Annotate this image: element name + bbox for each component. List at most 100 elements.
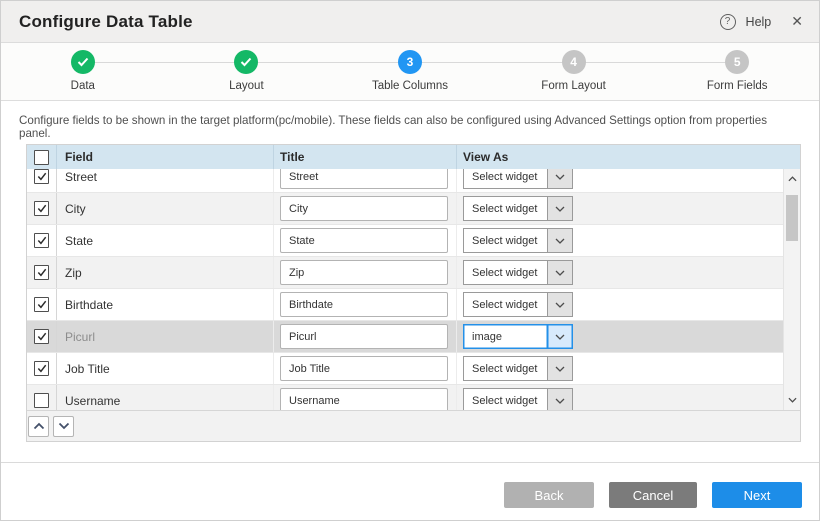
title-input[interactable]	[280, 292, 448, 317]
table-row: State Select widget	[27, 225, 783, 257]
row-checkbox-cell	[27, 289, 57, 320]
step-label: Form Fields	[707, 80, 768, 92]
table-row: Zip Select widget	[27, 257, 783, 289]
title-cell	[274, 169, 457, 192]
field-cell: State	[57, 225, 274, 256]
header-view-as: View As	[457, 145, 800, 169]
title-input[interactable]	[280, 260, 448, 285]
title-input[interactable]	[280, 324, 448, 349]
dialog-actions: Back Cancel Next	[504, 482, 802, 508]
step-form-fields[interactable]: 5 Form Fields	[655, 43, 819, 100]
title-input[interactable]	[280, 169, 448, 189]
view-as-dropdown[interactable]: Select widget	[463, 260, 573, 285]
view-as-dropdown[interactable]: Select widget	[463, 388, 573, 410]
view-as-value: Select widget	[463, 356, 547, 381]
title-cell	[274, 321, 457, 352]
vertical-scrollbar[interactable]	[783, 169, 800, 410]
chevron-down-icon[interactable]	[547, 169, 573, 189]
row-checkbox[interactable]	[34, 265, 49, 280]
chevron-down-icon[interactable]	[547, 260, 573, 285]
title-cell	[274, 225, 457, 256]
dialog-title: Configure Data Table	[19, 12, 193, 32]
step-circle: 4	[562, 50, 586, 74]
titlebar-actions: ? Help ✕	[720, 13, 803, 30]
step-label: Form Layout	[541, 80, 606, 92]
table-row: City Select widget	[27, 193, 783, 225]
scrollbar-thumb[interactable]	[786, 195, 798, 241]
field-label: Zip	[65, 266, 82, 280]
chevron-down-icon[interactable]	[547, 196, 573, 221]
view-as-dropdown[interactable]: Select widget	[463, 196, 573, 221]
title-cell	[274, 385, 457, 410]
view-as-value: Select widget	[463, 388, 547, 410]
view-as-cell: image	[457, 321, 783, 352]
row-checkbox-cell	[27, 321, 57, 352]
step-data[interactable]: Data	[1, 43, 165, 100]
view-as-dropdown[interactable]: Select widget	[463, 292, 573, 317]
field-label: Job Title	[65, 362, 110, 376]
table-header-row: Field Title View As	[27, 145, 800, 169]
row-checkbox-cell	[27, 193, 57, 224]
scrollbar-down-icon[interactable]	[784, 392, 800, 408]
close-icon[interactable]: ✕	[791, 13, 803, 30]
view-as-value: image	[463, 324, 547, 349]
table-row: Birthdate Select widget	[27, 289, 783, 321]
step-label: Layout	[229, 80, 264, 92]
step-label: Data	[71, 80, 95, 92]
help-icon[interactable]: ?	[720, 14, 736, 30]
step-form-layout[interactable]: 4 Form Layout	[492, 43, 656, 100]
scrollbar-up-icon[interactable]	[784, 171, 800, 187]
table-row: Picurl image	[27, 321, 783, 353]
chevron-down-icon[interactable]	[547, 228, 573, 253]
view-as-dropdown[interactable]: Select widget	[463, 228, 573, 253]
title-input[interactable]	[280, 228, 448, 253]
row-checkbox[interactable]	[34, 361, 49, 376]
view-as-value: Select widget	[463, 196, 547, 221]
step-table-columns[interactable]: 3 Table Columns	[328, 43, 492, 100]
row-checkbox[interactable]	[34, 329, 49, 344]
select-all-checkbox[interactable]	[34, 150, 49, 165]
step-circle: 5	[725, 50, 749, 74]
field-cell: Birthdate	[57, 289, 274, 320]
row-checkbox[interactable]	[34, 169, 49, 184]
title-cell	[274, 289, 457, 320]
move-row-down-button[interactable]	[53, 416, 74, 437]
view-as-cell: Select widget	[457, 353, 783, 384]
table-scroll-viewport: Street Select widget City	[27, 169, 800, 410]
field-label: City	[65, 202, 86, 216]
title-cell	[274, 193, 457, 224]
chevron-down-icon[interactable]	[547, 324, 573, 349]
field-label: Username	[65, 394, 120, 408]
fields-table: Field Title View As Street Select widget	[26, 144, 801, 442]
step-label: Table Columns	[372, 80, 448, 92]
move-row-up-button[interactable]	[28, 416, 49, 437]
row-checkbox[interactable]	[34, 393, 49, 408]
row-checkbox-cell	[27, 225, 57, 256]
cancel-button[interactable]: Cancel	[609, 482, 697, 508]
step-circle	[71, 50, 95, 74]
header-checkbox-cell	[27, 145, 57, 169]
wizard-stepper: Data Layout 3 Table Columns 4 Form Layou…	[1, 43, 819, 101]
back-button[interactable]: Back	[504, 482, 594, 508]
row-checkbox[interactable]	[34, 233, 49, 248]
field-cell: Picurl	[57, 321, 274, 352]
row-checkbox[interactable]	[34, 201, 49, 216]
row-checkbox[interactable]	[34, 297, 49, 312]
next-button[interactable]: Next	[712, 482, 802, 508]
row-checkbox-cell	[27, 257, 57, 288]
view-as-cell: Select widget	[457, 225, 783, 256]
help-button[interactable]: Help	[746, 15, 772, 29]
table-row: Username Select widget	[27, 385, 783, 410]
chevron-down-icon[interactable]	[547, 356, 573, 381]
title-input[interactable]	[280, 388, 448, 410]
table-body: Street Select widget City	[27, 169, 783, 410]
view-as-cell: Select widget	[457, 385, 783, 410]
step-layout[interactable]: Layout	[165, 43, 329, 100]
view-as-dropdown[interactable]: image	[463, 324, 573, 349]
view-as-dropdown[interactable]: Select widget	[463, 356, 573, 381]
title-input[interactable]	[280, 196, 448, 221]
title-input[interactable]	[280, 356, 448, 381]
chevron-down-icon[interactable]	[547, 292, 573, 317]
chevron-down-icon[interactable]	[547, 388, 573, 410]
view-as-dropdown[interactable]: Select widget	[463, 169, 573, 189]
